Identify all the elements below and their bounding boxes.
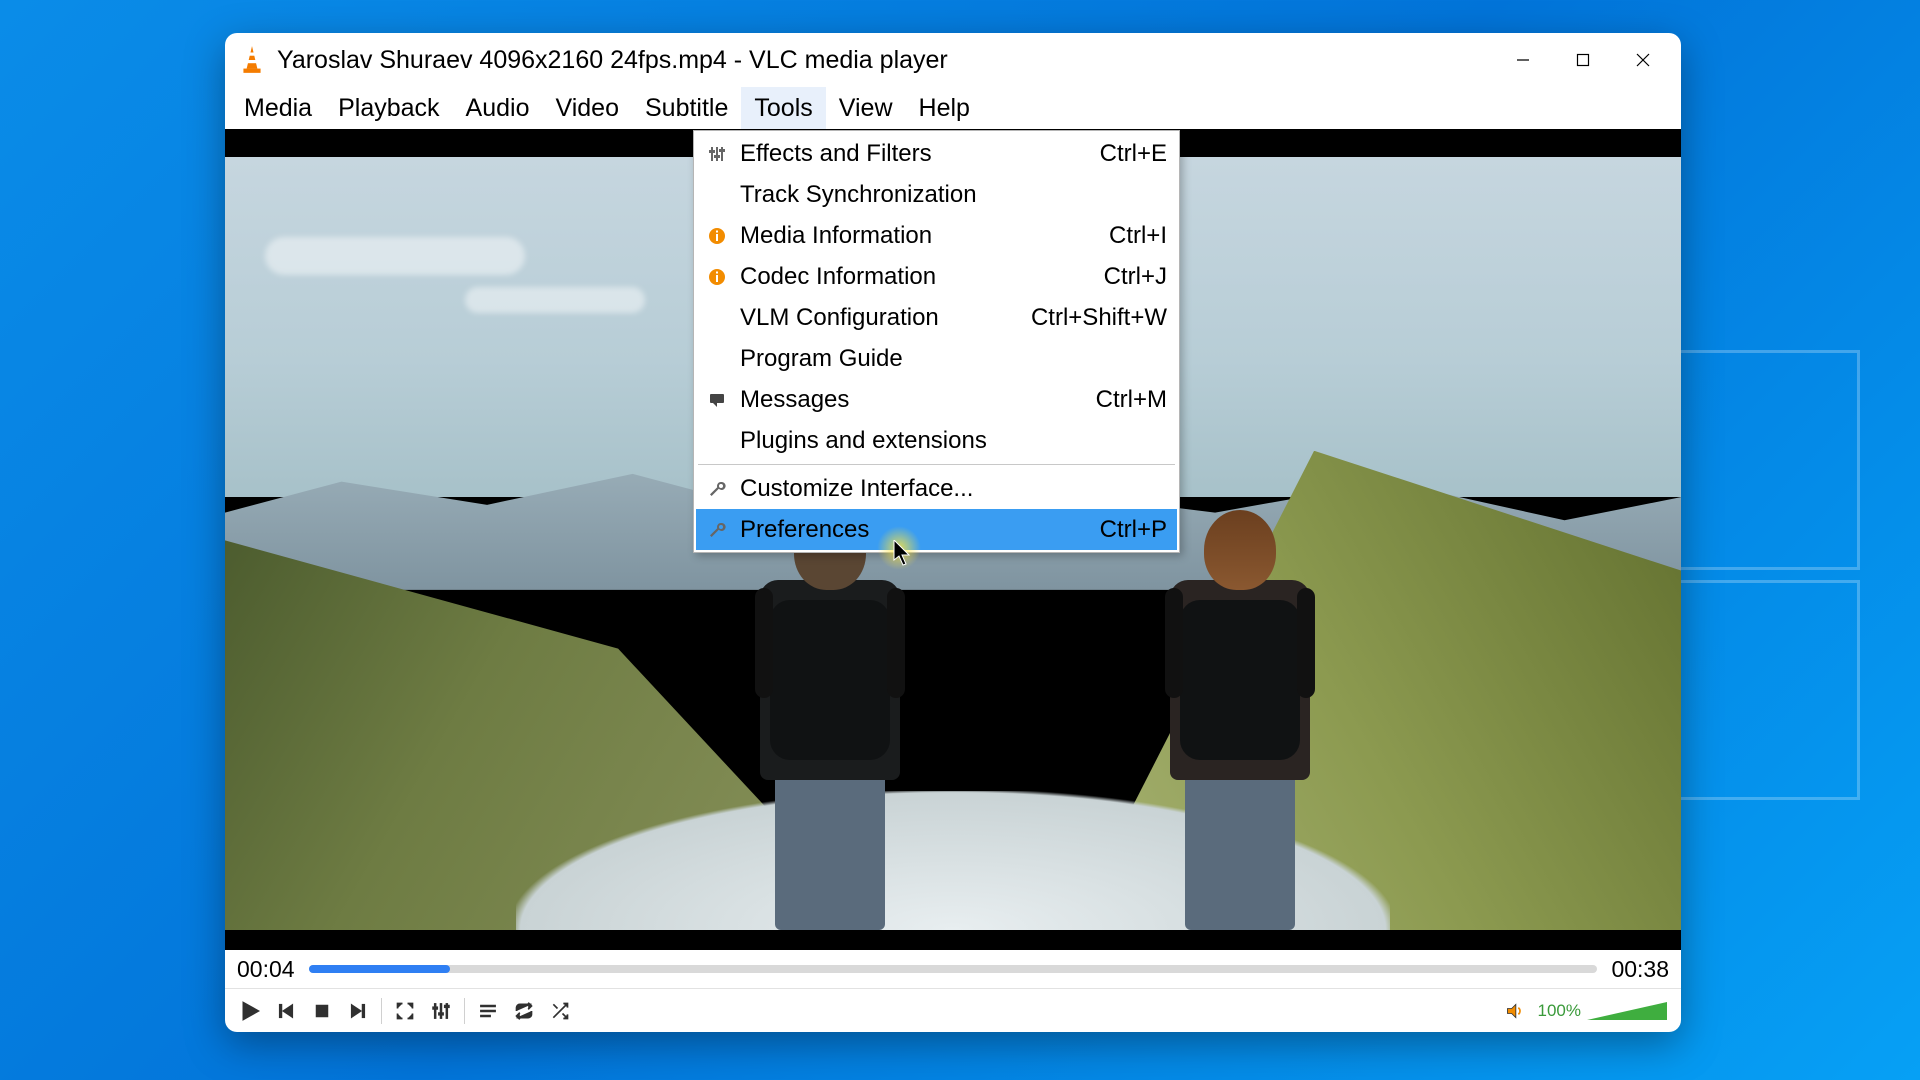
next-button[interactable] (341, 994, 375, 1028)
menu-subtitle[interactable]: Subtitle (632, 87, 741, 129)
controls-bar: 100% (225, 988, 1681, 1032)
menubar: Media Playback Audio Video Subtitle Tool… (225, 87, 1681, 129)
vlc-cone-icon (239, 45, 265, 75)
tools-dropdown: Effects and Filters Ctrl+E Track Synchro… (693, 130, 1180, 553)
seek-bar[interactable] (309, 965, 1598, 973)
seek-fill (309, 965, 451, 973)
video-area[interactable]: Effects and Filters Ctrl+E Track Synchro… (225, 129, 1681, 950)
stop-button[interactable] (305, 994, 339, 1028)
menu-view[interactable]: View (826, 87, 906, 129)
vlc-window: Yaroslav Shuraev 4096x2160 24fps.mp4 - V… (225, 33, 1681, 1032)
menu-tools[interactable]: Tools (741, 87, 825, 129)
total-time: 00:38 (1611, 956, 1669, 983)
menuitem-track-sync[interactable]: Track Synchronization (696, 174, 1177, 215)
volume-value: 100% (1538, 1001, 1581, 1021)
extended-settings-button[interactable] (424, 994, 458, 1028)
maximize-button[interactable] (1553, 39, 1613, 81)
menu-media[interactable]: Media (231, 87, 325, 129)
menuitem-messages[interactable]: Messages Ctrl+M (696, 379, 1177, 420)
playlist-button[interactable] (471, 994, 505, 1028)
menu-help[interactable]: Help (906, 87, 983, 129)
wrench-icon (700, 480, 734, 498)
seek-row: 00:04 00:38 (225, 950, 1681, 988)
menuitem-vlm-config[interactable]: VLM Configuration Ctrl+Shift+W (696, 297, 1177, 338)
elapsed-time: 00:04 (237, 956, 295, 983)
menuitem-program-guide[interactable]: Program Guide (696, 338, 1177, 379)
menu-audio[interactable]: Audio (453, 87, 543, 129)
play-button[interactable] (233, 994, 267, 1028)
info-icon (700, 268, 734, 286)
previous-button[interactable] (269, 994, 303, 1028)
volume-slider[interactable] (1587, 1002, 1667, 1020)
menuitem-effects-filters[interactable]: Effects and Filters Ctrl+E (696, 133, 1177, 174)
minimize-button[interactable] (1493, 39, 1553, 81)
menuitem-plugins[interactable]: Plugins and extensions (696, 420, 1177, 461)
window-title: Yaroslav Shuraev 4096x2160 24fps.mp4 - V… (277, 46, 1493, 75)
menuitem-customize-interface[interactable]: Customize Interface... (696, 468, 1177, 509)
info-icon (700, 227, 734, 245)
menu-playback[interactable]: Playback (325, 87, 452, 129)
shuffle-button[interactable] (543, 994, 577, 1028)
volume-icon[interactable] (1498, 994, 1532, 1028)
wrench-icon (700, 521, 734, 539)
menuitem-media-info[interactable]: Media Information Ctrl+I (696, 215, 1177, 256)
menu-separator (698, 464, 1175, 465)
sliders-icon (700, 145, 734, 163)
titlebar[interactable]: Yaroslav Shuraev 4096x2160 24fps.mp4 - V… (225, 33, 1681, 87)
messages-icon (700, 391, 734, 409)
menuitem-codec-info[interactable]: Codec Information Ctrl+J (696, 256, 1177, 297)
loop-button[interactable] (507, 994, 541, 1028)
close-button[interactable] (1613, 39, 1673, 81)
menu-video[interactable]: Video (543, 87, 633, 129)
fullscreen-button[interactable] (388, 994, 422, 1028)
menuitem-preferences[interactable]: Preferences Ctrl+P (696, 509, 1177, 550)
